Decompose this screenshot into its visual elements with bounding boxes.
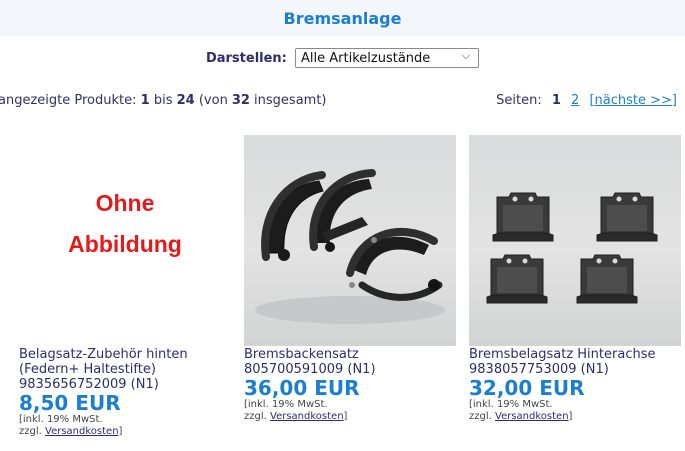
- no-image-placeholder[interactable]: Ohne Abbildung: [19, 135, 231, 346]
- tax-note: [inkl. 19% MwSt.: [469, 399, 553, 410]
- no-image-text-line1: Ohne: [95, 190, 155, 216]
- category-header: Bremsanlage: [0, 0, 685, 36]
- pagination: Seiten: 1 2 [nächste >>]: [496, 93, 677, 108]
- page-link-2[interactable]: 2: [571, 93, 579, 108]
- product-name-link[interactable]: Bremsbelagsatz Hinterachse 9838057753009…: [469, 347, 681, 377]
- condition-select-value: Alle Artikelzustände: [301, 51, 431, 66]
- tax-note: [inkl. 19% MwSt.: [244, 399, 328, 410]
- tax-note: [inkl. 19% MwSt.: [19, 414, 103, 425]
- category-title: Bremsanlage: [283, 9, 402, 28]
- filter-row: Darstellen: Alle Artikelzustände ⌵: [0, 48, 685, 68]
- shipping-cost-link[interactable]: Versandkosten: [270, 411, 344, 422]
- shipping-cost-link[interactable]: Versandkosten: [495, 411, 569, 422]
- brake-pads-photo[interactable]: [469, 135, 681, 346]
- brake-shoes-photo[interactable]: [244, 135, 456, 346]
- shipping-note: zzgl. Versandkosten]: [469, 411, 573, 422]
- results-count: angezeigte Produkte: 1 bis 24 (von 32 ins…: [0, 93, 327, 108]
- shipping-note: zzgl. Versandkosten]: [244, 411, 348, 422]
- product-price: 36,00 EUR: [244, 376, 360, 400]
- filter-label: Darstellen:: [205, 50, 287, 66]
- brake-shoes-image: [255, 169, 445, 324]
- shipping-note: zzgl. Versandkosten]: [19, 426, 123, 437]
- product-card[interactable]: Bremsbackensatz 805700591009 (N1) 36,00 …: [244, 135, 456, 423]
- product-name-link[interactable]: Bremsbackensatz 805700591009 (N1): [244, 347, 456, 377]
- no-image-text-line2: Abbildung: [68, 231, 182, 257]
- product-price: 32,00 EUR: [469, 376, 585, 400]
- shipping-cost-link[interactable]: Versandkosten: [45, 426, 119, 437]
- article-number: 9838057753009 (N1): [469, 362, 609, 377]
- page-current: 1: [551, 93, 561, 108]
- product-card[interactable]: Bremsbelagsatz Hinterachse 9838057753009…: [469, 135, 681, 423]
- brake-pads-image: [486, 192, 658, 304]
- article-number: 9835656752009 (N1): [19, 377, 159, 392]
- article-number: 805700591009 (N1): [244, 362, 376, 377]
- chevron-down-icon: ⌵: [461, 49, 471, 62]
- condition-select[interactable]: Alle Artikelzustände ⌵: [295, 48, 480, 68]
- next-page-link[interactable]: [nächste >>]: [589, 93, 677, 108]
- product-name-link[interactable]: Belagsatz-Zubehör hinten (Federn+ Haltes…: [19, 347, 231, 392]
- product-card[interactable]: Ohne Abbildung Belagsatz-Zubehör hinten …: [19, 135, 231, 438]
- pagination-label: Seiten:: [496, 93, 542, 108]
- product-price: 8,50 EUR: [19, 391, 121, 415]
